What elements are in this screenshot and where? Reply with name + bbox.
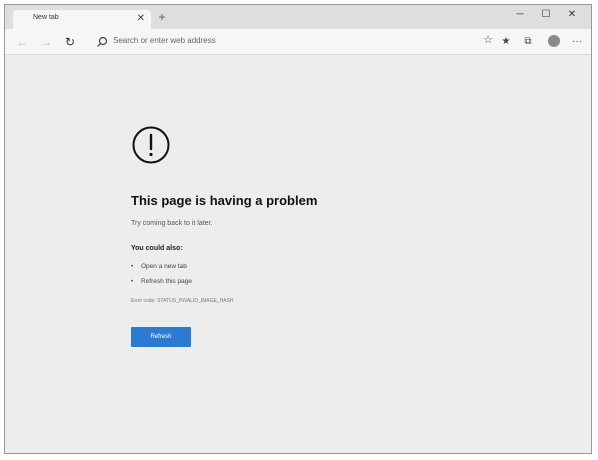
suggestion-text: Refresh this page xyxy=(141,278,192,285)
new-tab-button[interactable]: + xyxy=(155,10,169,24)
window-controls: ─ ☐ ✕ xyxy=(507,5,585,27)
error-subline: Try coming back to it later. xyxy=(131,220,213,227)
collections-icon[interactable]: ⧉ xyxy=(519,33,537,51)
error-page: This page is having a problem Try coming… xyxy=(5,55,591,453)
back-icon[interactable]: ← xyxy=(13,33,31,51)
suggestions-list: • Open a new tab • Refresh this page xyxy=(131,259,192,289)
favorite-star-icon[interactable]: ☆ xyxy=(483,33,493,46)
exclamation-circle-icon xyxy=(132,126,170,164)
browser-window: New tab ✕ + ─ ☐ ✕ ← → ↻ Search or enter … xyxy=(4,4,592,454)
error-code: Error code: STATUS_INVALID_IMAGE_HASH xyxy=(131,298,234,304)
search-icon xyxy=(97,36,108,47)
toolbar: ← → ↻ Search or enter web address ☆ ★ ⧉ … xyxy=(5,29,591,55)
error-headline: This page is having a problem xyxy=(131,193,318,208)
list-item: • Refresh this page xyxy=(131,278,192,285)
reload-icon[interactable]: ↻ xyxy=(61,33,79,51)
avatar[interactable] xyxy=(548,35,560,47)
forward-icon[interactable]: → xyxy=(37,33,55,51)
minimize-button[interactable]: ─ xyxy=(507,5,533,25)
suggestions-header: You could also: xyxy=(131,245,183,252)
list-item: • Open a new tab xyxy=(131,263,187,270)
tab-title: New tab xyxy=(33,14,59,21)
close-icon[interactable]: ✕ xyxy=(137,12,145,26)
close-window-button[interactable]: ✕ xyxy=(559,5,585,25)
tab-active[interactable]: New tab ✕ xyxy=(13,10,151,29)
maximize-button[interactable]: ☐ xyxy=(533,5,559,25)
address-bar[interactable]: Search or enter web address ☆ xyxy=(91,32,499,52)
address-input[interactable]: Search or enter web address xyxy=(113,36,216,45)
more-icon[interactable]: ··· xyxy=(568,33,586,51)
refresh-button[interactable]: Refresh xyxy=(131,327,191,347)
plus-icon: + xyxy=(158,10,166,24)
favorites-icon[interactable]: ★ xyxy=(497,33,515,51)
suggestion-text: Open a new tab xyxy=(141,263,187,270)
tab-strip: New tab ✕ + ─ ☐ ✕ xyxy=(5,5,591,29)
